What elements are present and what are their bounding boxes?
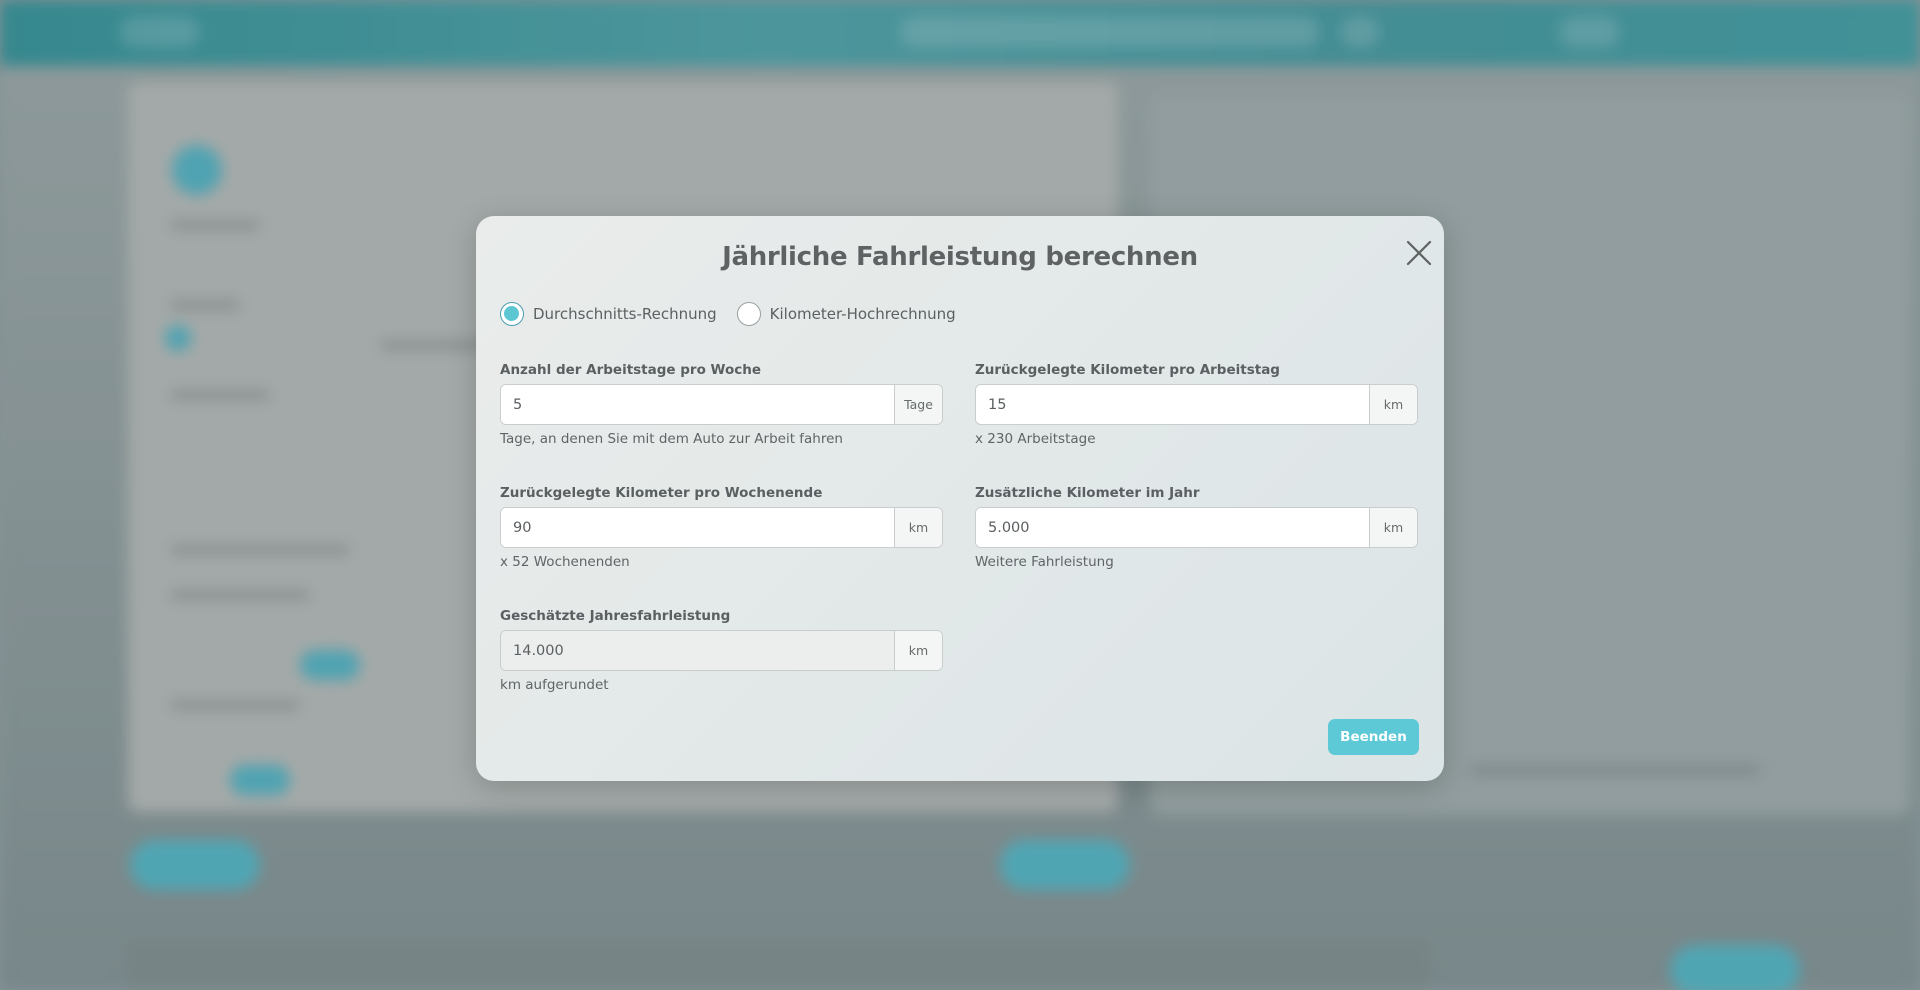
annual-estimate-label: Geschätzte Jahresfahrleistung [500,608,731,624]
radio-km-projection[interactable]: Kilometer-Hochrechnung [736,302,956,326]
workdays-unit: Tage [894,385,942,424]
km-per-workday-field: Zurückgelegte Kilometer pro Arbeitstag k… [975,362,1418,447]
radio-selected-icon[interactable] [500,302,524,326]
km-per-weekend-input[interactable] [501,508,894,547]
km-per-workday-help: x 230 Arbeitstage [975,431,1096,447]
km-per-weekend-field: Zurückgelegte Kilometer pro Wochenende k… [500,485,943,570]
annual-estimate-field: Geschätzte Jahresfahrleistung km km aufg… [500,608,943,693]
km-per-weekend-help: x 52 Wochenenden [500,554,630,570]
dialog-title: Jährliche Fahrleistung berechnen [722,242,1198,272]
workdays-input-group: Tage [500,384,943,425]
workdays-field: Anzahl der Arbeitstage pro Woche Tage Ta… [500,362,943,447]
radio-average-label: Durchschnitts-Rechnung [533,305,717,323]
workdays-help: Tage, an denen Sie mit dem Auto zur Arbe… [500,431,843,447]
km-per-workday-label: Zurückgelegte Kilometer pro Arbeitstag [975,362,1280,378]
close-button[interactable] [1398,232,1438,272]
mileage-calculator-dialog: Jährliche Fahrleistung berechnen Durchsc… [476,216,1444,781]
km-per-weekend-unit: km [894,508,942,547]
extra-km-label: Zusätzliche Kilometer im Jahr [975,485,1200,501]
annual-estimate-unit: km [894,631,942,670]
annual-estimate-output [501,631,894,670]
radio-average-calculation[interactable]: Durchschnitts-Rechnung [500,302,717,326]
km-per-workday-unit: km [1369,385,1417,424]
annual-estimate-help: km aufgerundet [500,677,609,693]
km-per-weekend-label: Zurückgelegte Kilometer pro Wochenende [500,485,823,501]
radio-projection-label: Kilometer-Hochrechnung [769,305,956,323]
annual-estimate-input-group: km [500,630,943,671]
extra-km-unit: km [1369,508,1417,547]
radio-unselected-icon[interactable] [736,302,761,326]
km-per-weekend-input-group: km [500,507,943,548]
km-per-workday-input-group: km [975,384,1418,425]
calculation-mode-radio-group: Durchschnitts-Rechnung Kilometer-Hochrec… [500,302,976,326]
extra-km-help: Weitere Fahrleistung [975,554,1114,570]
extra-km-input[interactable] [976,508,1369,547]
close-icon [1406,240,1432,266]
km-per-workday-input[interactable] [976,385,1369,424]
finish-button[interactable]: Beenden [1328,719,1419,755]
extra-km-field: Zusätzliche Kilometer im Jahr km Weitere… [975,485,1418,570]
workdays-input[interactable] [501,385,894,424]
workdays-label: Anzahl der Arbeitstage pro Woche [500,362,762,378]
extra-km-input-group: km [975,507,1418,548]
